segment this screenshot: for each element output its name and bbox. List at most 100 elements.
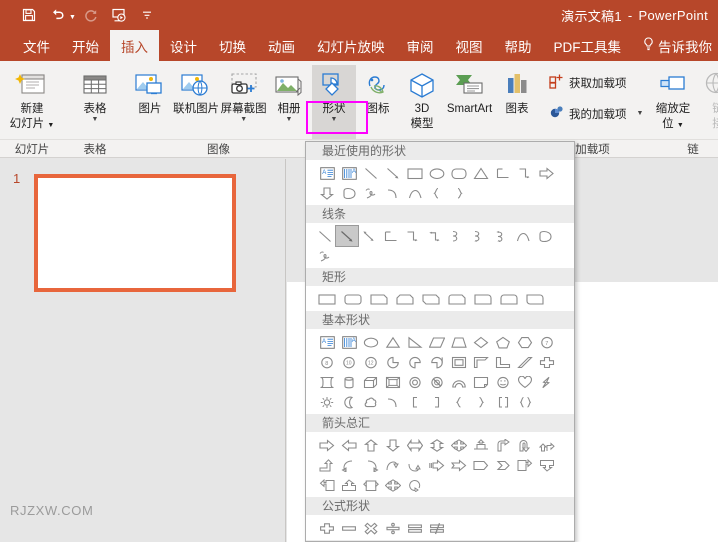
shape-elbow-connector-2[interactable] — [380, 226, 402, 246]
shapes-dropdown-icon[interactable]: ▼ — [331, 116, 338, 124]
shape-curved-left-arrow[interactable] — [338, 455, 360, 475]
new-slide-button[interactable]: 新建 幻灯片 ▼ — [0, 65, 64, 132]
icons-button[interactable]: 图标 — [356, 65, 400, 116]
shape-donut[interactable] — [404, 372, 426, 392]
shape-folded-corner[interactable] — [470, 372, 492, 392]
shape-down-arrow-callout[interactable] — [536, 455, 558, 475]
shape-bevel[interactable] — [382, 372, 404, 392]
tab-view[interactable]: 视图 — [445, 30, 494, 61]
shape-double-bracket[interactable] — [492, 392, 514, 412]
shape-dodecagon[interactable]: 12 — [360, 352, 382, 372]
chart-button[interactable]: 图表 — [495, 65, 539, 116]
tab-help[interactable]: 帮助 — [494, 30, 543, 61]
shapes-button[interactable]: 形状 ▼ — [312, 65, 356, 139]
shape-vertical-text-box-2[interactable]: A — [338, 332, 360, 352]
shape-pentagon[interactable] — [492, 332, 514, 352]
shape-right-brace[interactable] — [448, 183, 470, 203]
shape-up-arrow-callout[interactable] — [338, 475, 360, 495]
start-slideshow-icon[interactable] — [106, 3, 132, 27]
shape-bent-up-arrow[interactable] — [316, 455, 338, 475]
slide-thumbnail-1[interactable] — [34, 174, 236, 292]
shape-rect-round-diagonal[interactable] — [522, 289, 548, 309]
shape-curve[interactable] — [404, 183, 426, 203]
shape-rect-round-same-side[interactable] — [496, 289, 522, 309]
shape-curve-2[interactable] — [512, 226, 534, 246]
shape-line[interactable] — [360, 163, 382, 183]
shape-left-brace-2[interactable] — [448, 392, 470, 412]
shape-elbow-connector[interactable] — [492, 163, 514, 183]
tell-me-box[interactable]: 告诉我你 — [632, 30, 718, 61]
shape-curved-connector[interactable] — [446, 226, 468, 246]
shape-heart[interactable] — [514, 372, 536, 392]
tab-design[interactable]: 设计 — [159, 30, 208, 61]
shape-left-bracket[interactable] — [404, 392, 426, 412]
shape-right-arrow[interactable] — [536, 163, 558, 183]
shape-line-double-arrow[interactable] — [358, 226, 380, 246]
shape-rect-rounded[interactable] — [340, 289, 366, 309]
shape-line-arrow[interactable] — [382, 163, 404, 183]
shape-scribble-2[interactable] — [314, 246, 336, 266]
photo-album-dropdown-icon[interactable]: ▼ — [286, 116, 293, 124]
shape-divide[interactable] — [382, 518, 404, 538]
shape-lightning-bolt[interactable] — [536, 372, 558, 392]
shape-rect-snip-same-side[interactable] — [392, 289, 418, 309]
shape-diagonal-stripe[interactable] — [514, 352, 536, 372]
shape-hexagon[interactable] — [514, 332, 536, 352]
zoom-button[interactable]: 缩放定 位 ▼ — [650, 65, 696, 132]
shape-minus[interactable] — [338, 518, 360, 538]
3d-model-button[interactable]: 3D 模型 — [400, 65, 444, 130]
shape-rect-snip-round-single[interactable] — [444, 289, 470, 309]
shape-l-shape[interactable] — [492, 352, 514, 372]
my-addins-dropdown-icon[interactable]: ▼ — [637, 110, 644, 117]
shape-arc[interactable] — [382, 183, 404, 203]
shape-heptagon[interactable]: 7 — [536, 332, 558, 352]
tab-animations[interactable]: 动画 — [257, 30, 306, 61]
photo-album-button[interactable]: 相册 ▼ — [267, 65, 311, 124]
shape-elbow-arrow-connector-2[interactable] — [402, 226, 424, 246]
screenshot-button[interactable]: 屏幕截图 ▼ — [220, 65, 267, 124]
shape-right-brace-2[interactable] — [470, 392, 492, 412]
tab-review[interactable]: 审阅 — [396, 30, 445, 61]
pictures-button[interactable]: 图片 — [128, 65, 172, 116]
shape-up-down-arrow[interactable] — [426, 435, 448, 455]
shape-not-equal[interactable] — [426, 518, 448, 538]
shape-diamond[interactable] — [470, 332, 492, 352]
shape-freeform-2[interactable] — [534, 226, 556, 246]
link-button[interactable]: 链 接 — [696, 65, 718, 130]
tab-pdf-toolkit[interactable]: PDF工具集 — [543, 30, 633, 61]
tab-slideshow[interactable]: 幻灯片放映 — [306, 30, 396, 61]
shape-equal[interactable] — [404, 518, 426, 538]
shape-quad-arrow-2[interactable] — [382, 475, 404, 495]
shape-right-triangle[interactable] — [404, 332, 426, 352]
shape-curved-up-arrow[interactable] — [382, 455, 404, 475]
shapes-dropdown-menu[interactable]: 最近使用的形状 A A 线条 矩形 基本形状 A A 7 8 10 12 箭头总… — [305, 141, 575, 542]
shape-down-arrow-2[interactable] — [382, 435, 404, 455]
shape-rect-snip-diagonal[interactable] — [418, 289, 444, 309]
shape-striped-right-arrow[interactable] — [426, 455, 448, 475]
shape-oval-2[interactable] — [360, 332, 382, 352]
table-dropdown-icon[interactable]: ▼ — [92, 116, 99, 124]
shape-right-arrow-callout[interactable] — [514, 455, 536, 475]
shape-chevron[interactable] — [492, 455, 514, 475]
my-addins-button[interactable]: 我的加载项 ▼ — [545, 102, 647, 125]
shape-cube[interactable] — [360, 372, 382, 392]
shape-cross[interactable] — [536, 352, 558, 372]
shape-frame[interactable] — [448, 352, 470, 372]
shape-plaque[interactable] — [316, 372, 338, 392]
shape-pie[interactable] — [382, 352, 404, 372]
shape-sun[interactable] — [316, 392, 338, 412]
shape-curved-double-arrow-connector[interactable] — [490, 226, 512, 246]
shape-smiley-face[interactable] — [492, 372, 514, 392]
shape-triangle[interactable] — [470, 163, 492, 183]
tab-file[interactable]: 文件 — [12, 30, 61, 61]
shape-curved-arrow-connector[interactable] — [468, 226, 490, 246]
shape-multiply[interactable] — [360, 518, 382, 538]
table-button[interactable]: 表格 ▼ — [64, 65, 126, 124]
shape-left-arrow-callout[interactable] — [316, 475, 338, 495]
shape-u-turn-arrow[interactable] — [514, 435, 536, 455]
shape-right-bracket[interactable] — [426, 392, 448, 412]
shape-freeform[interactable] — [338, 183, 360, 203]
shape-curved-right-arrow[interactable] — [360, 455, 382, 475]
shape-rect-round-single[interactable] — [470, 289, 496, 309]
shape-line-plain[interactable] — [314, 226, 336, 246]
